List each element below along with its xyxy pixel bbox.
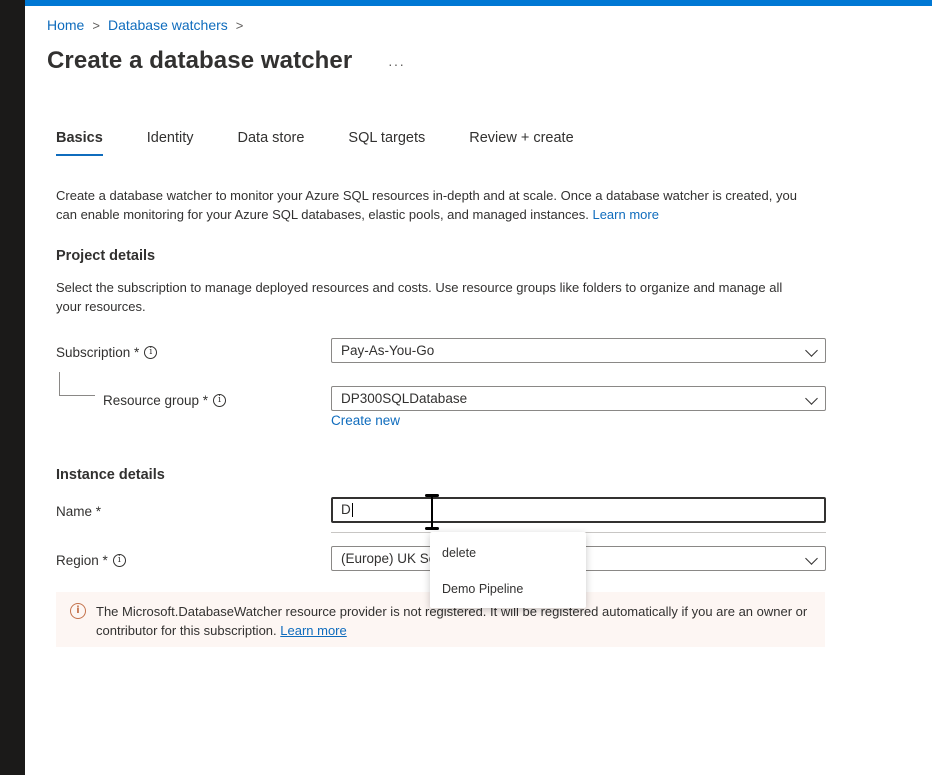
tree-connector	[59, 372, 95, 396]
autocomplete-item[interactable]: delete	[442, 546, 476, 560]
chevron-right-icon: >	[92, 17, 100, 33]
autocomplete-item[interactable]: Demo Pipeline	[442, 582, 523, 596]
intro-text: Create a database watcher to monitor you…	[56, 188, 797, 222]
name-label-text: Name *	[56, 504, 102, 519]
text-caret	[351, 503, 353, 518]
region-label: Region * i	[56, 553, 126, 568]
resource-group-label: Resource group * i	[103, 393, 227, 408]
project-details-heading: Project details	[56, 248, 156, 264]
project-details-description: Select the subscription to manage deploy…	[56, 280, 783, 314]
autocomplete-dropdown: delete Demo Pipeline	[430, 532, 586, 608]
region-value: (Europe) UK So	[341, 551, 437, 566]
wizard-tabs: Basics Identity Data store SQL targets R…	[56, 130, 574, 156]
left-rail	[0, 0, 25, 775]
region-label-text: Region *	[56, 553, 108, 568]
chevron-down-icon	[805, 392, 818, 405]
tab-sql-targets[interactable]: SQL targets	[348, 130, 425, 156]
info-icon[interactable]: i	[144, 346, 158, 359]
chevron-down-icon	[805, 344, 818, 357]
breadcrumb-home[interactable]: Home	[47, 17, 84, 33]
breadcrumb-database-watchers[interactable]: Database watchers	[108, 17, 228, 33]
create-new-link[interactable]: Create new	[331, 413, 400, 428]
name-input[interactable]: D	[331, 497, 826, 523]
info-icon[interactable]: i	[112, 554, 126, 567]
top-accent-bar	[25, 0, 932, 6]
subscription-value: Pay-As-You-Go	[341, 343, 435, 358]
warning-text: The Microsoft.DatabaseWatcher resource p…	[96, 604, 808, 638]
name-input-value: D	[341, 502, 351, 517]
learn-more-link[interactable]: Learn more	[592, 207, 658, 222]
tab-data-store[interactable]: Data store	[238, 130, 305, 156]
tab-basics[interactable]: Basics	[56, 130, 103, 156]
subscription-dropdown[interactable]: Pay-As-You-Go	[331, 338, 826, 363]
subscription-label-text: Subscription *	[56, 345, 140, 360]
info-icon[interactable]: i	[213, 394, 227, 407]
more-options-button[interactable]: ···	[388, 56, 405, 72]
name-label: Name *	[56, 504, 101, 519]
breadcrumb: Home > Database watchers >	[47, 17, 251, 33]
resource-group-label-text: Resource group *	[103, 393, 209, 408]
resource-group-value: DP300SQLDatabase	[341, 391, 468, 406]
intro-description: Create a database watcher to monitor you…	[56, 186, 816, 224]
page-title: Create a database watcher	[47, 47, 353, 74]
instance-details-heading: Instance details	[56, 467, 165, 483]
chevron-right-icon: >	[235, 17, 244, 33]
tab-review-create[interactable]: Review + create	[469, 130, 573, 156]
resource-group-dropdown[interactable]: DP300SQLDatabase	[331, 386, 826, 411]
tab-identity[interactable]: Identity	[147, 130, 194, 156]
warning-icon: i	[70, 603, 86, 619]
subscription-label: Subscription * i	[56, 345, 158, 360]
text-cursor-icon	[424, 494, 440, 530]
chevron-down-icon	[805, 552, 818, 565]
warning-learn-more-link[interactable]: Learn more	[280, 623, 346, 638]
